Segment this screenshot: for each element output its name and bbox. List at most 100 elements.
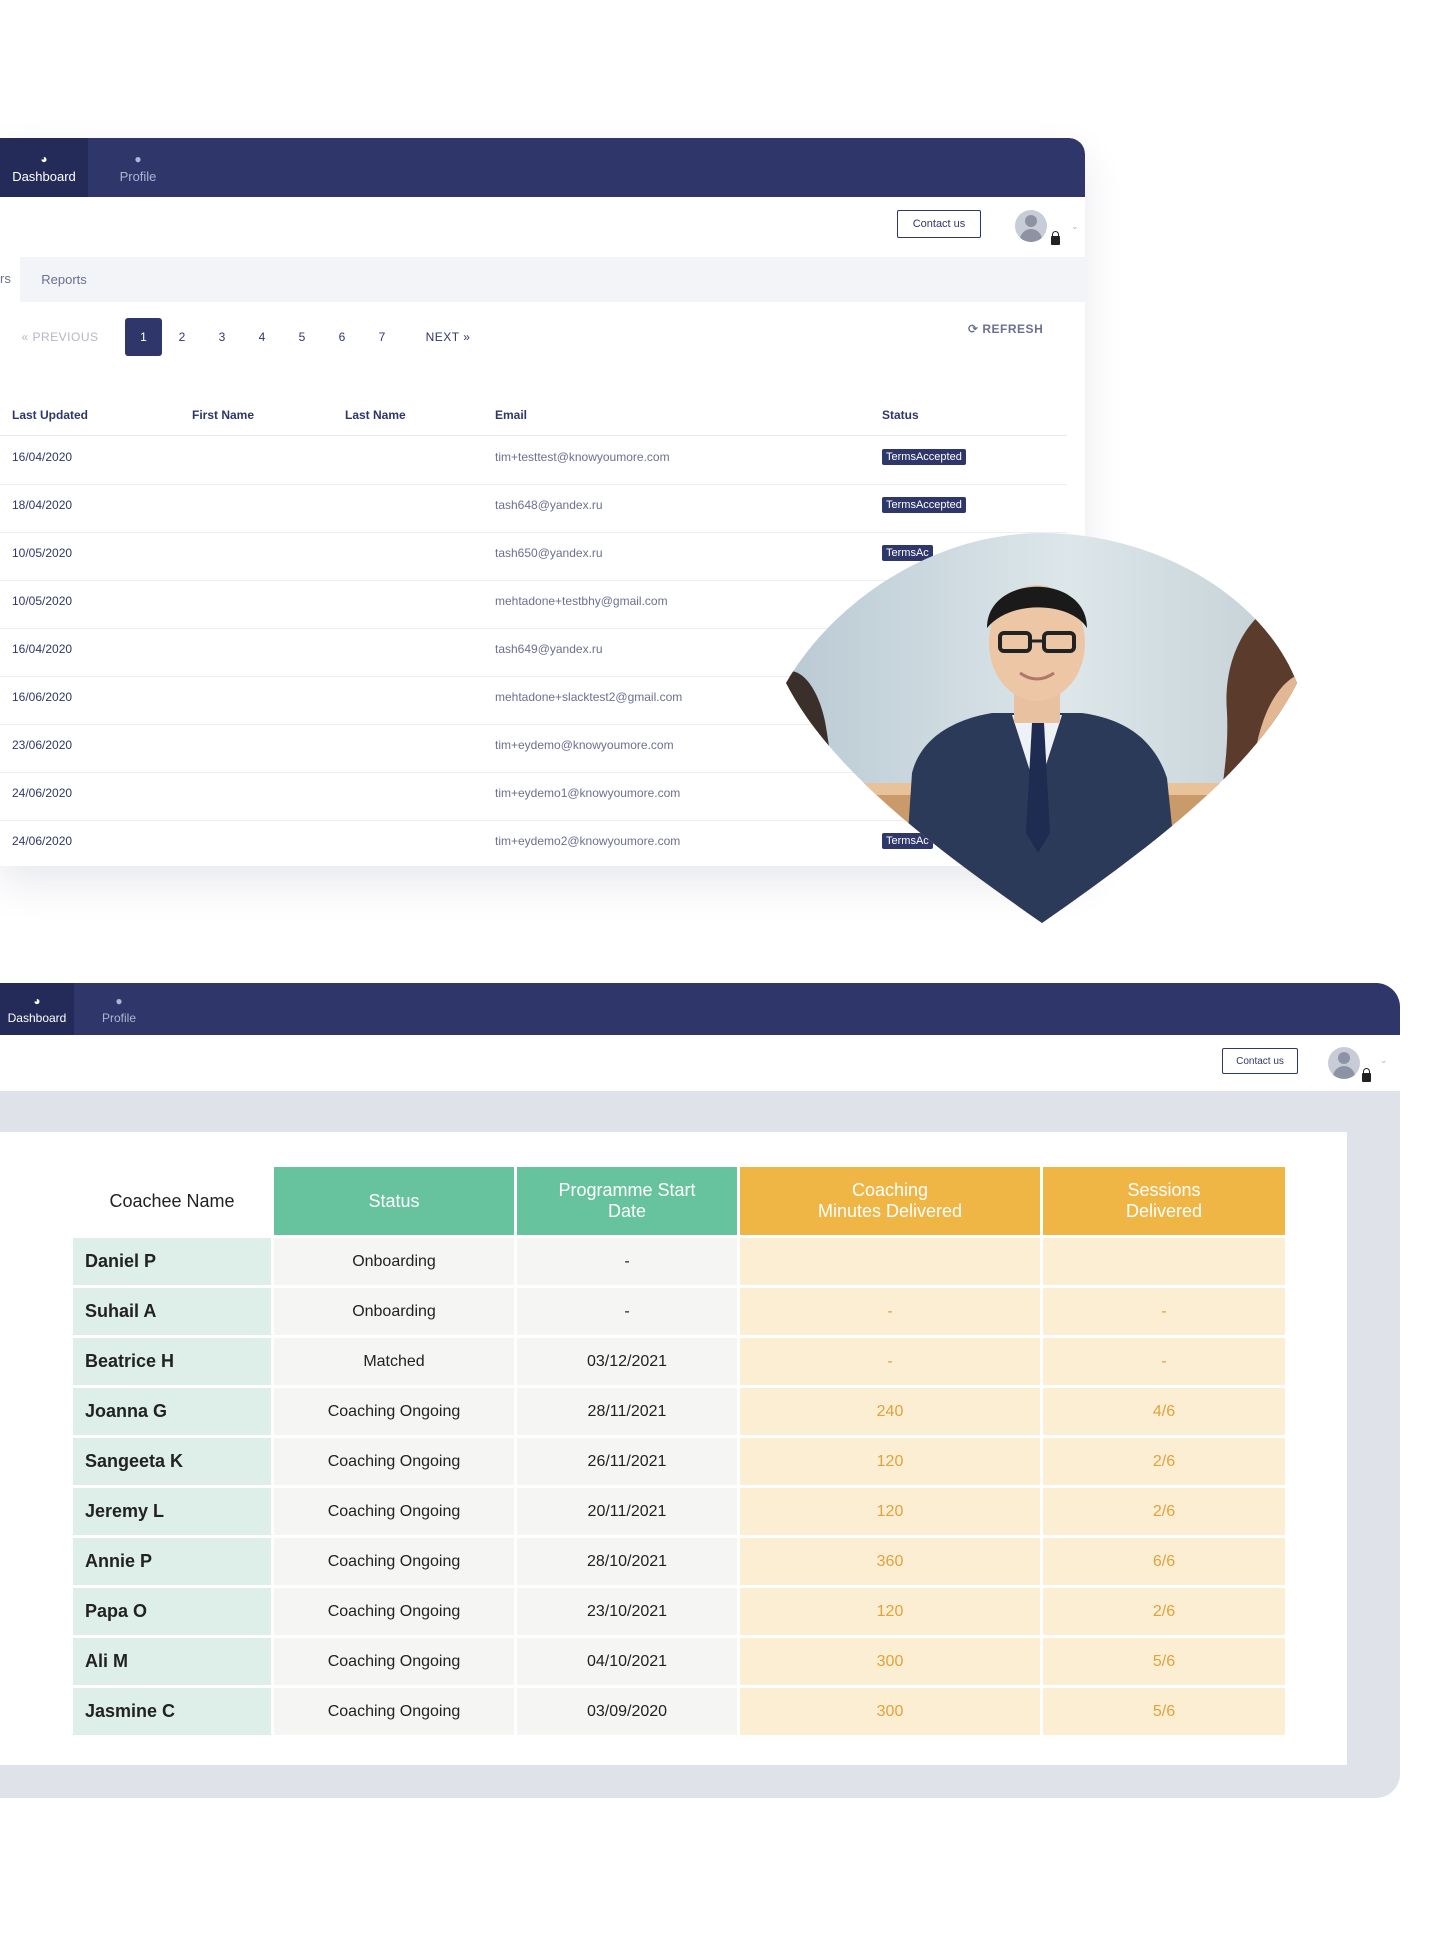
nav-profile[interactable]: ● Profile — [78, 983, 160, 1035]
column-header-label: Coaching — [851, 1180, 929, 1200]
column-header-label: Coachee Name — [109, 1190, 235, 1211]
sessions-cell: 5/6 — [1043, 1688, 1285, 1735]
table-row[interactable]: Ali M Coaching Ongoing 04/10/2021 300 5/… — [73, 1638, 1285, 1685]
page-6-button[interactable]: 6 — [330, 318, 354, 356]
sessions-cell: 2/6 — [1043, 1588, 1285, 1635]
page-3-button[interactable]: 3 — [210, 318, 234, 356]
table-row[interactable]: Beatrice H Matched 03/12/2021 - - — [73, 1338, 1285, 1385]
nav-dashboard[interactable]: ◕ Dashboard — [0, 138, 88, 197]
page-7-button[interactable]: 7 — [370, 318, 394, 356]
minutes-cell: 360 — [740, 1538, 1040, 1585]
user-icon: ● — [134, 151, 142, 166]
coachee-name-cell: Joanna G — [73, 1388, 271, 1435]
last-updated-cell: 23/06/2020 — [12, 738, 73, 752]
dashboard-icon: ◕ — [33, 993, 41, 1008]
table-row[interactable]: Papa O Coaching Ongoing 23/10/2021 120 2… — [73, 1588, 1285, 1635]
table-row[interactable]: Jeremy L Coaching Ongoing 20/11/2021 120… — [73, 1488, 1285, 1535]
header-bar: Contact us ⌄ — [0, 1035, 1400, 1091]
column-header-label: Programme Start — [558, 1180, 696, 1200]
coachee-report-panel: ◕ Dashboard ● Profile Contact us ⌄ Coach… — [0, 983, 1400, 1798]
email-cell: tash648@yandex.ru — [495, 498, 603, 512]
nav-profile[interactable]: ● Profile — [98, 138, 178, 197]
status-cell: Onboarding — [274, 1288, 514, 1335]
start-date-cell: 26/11/2021 — [517, 1438, 737, 1485]
nav-dashboard[interactable]: ◕ Dashboard — [0, 983, 74, 1035]
page-1-button[interactable]: 1 — [125, 318, 162, 356]
status-cell: Onboarding — [274, 1238, 514, 1285]
coachee-name-cell: Sangeeta K — [73, 1438, 271, 1485]
pagination: « PREVIOUS 1 2 3 4 5 6 7 NEXT » — [0, 318, 1085, 358]
avatar[interactable] — [1328, 1047, 1360, 1079]
sessions-cell: - — [1043, 1338, 1285, 1385]
minutes-cell: 120 — [740, 1488, 1040, 1535]
table-row[interactable]: Sangeeta K Coaching Ongoing 26/11/2021 1… — [73, 1438, 1285, 1485]
last-updated-cell: 18/04/2020 — [12, 498, 73, 512]
column-header-label: Status — [368, 1190, 420, 1211]
status-cell: Coaching Ongoing — [274, 1588, 514, 1635]
minutes-cell: 120 — [740, 1438, 1040, 1485]
start-date-cell: 20/11/2021 — [517, 1488, 737, 1535]
dashboard-icon: ◕ — [40, 151, 48, 166]
status-badge: TermsAccepted — [882, 497, 966, 513]
lock-icon — [1051, 231, 1060, 245]
status-cell: Matched — [274, 1338, 514, 1385]
table-row[interactable]: Daniel P Onboarding - — [73, 1238, 1285, 1285]
sessions-cell: 2/6 — [1043, 1488, 1285, 1535]
table-row[interactable]: 16/04/2020 tim+testtest@knowyoumore.com … — [0, 436, 1067, 485]
start-date-cell: 23/10/2021 — [517, 1588, 737, 1635]
page-5-button[interactable]: 5 — [290, 318, 314, 356]
column-header-status[interactable]: Status — [274, 1167, 514, 1235]
coachee-name-cell: Ali M — [73, 1638, 271, 1685]
coachee-table: Coachee Name Status Programme Start Date… — [70, 1164, 1288, 1738]
chevron-down-icon[interactable]: ⌄ — [1071, 221, 1079, 232]
refresh-button[interactable]: ⟳ REFRESH — [968, 322, 1043, 336]
column-header-label: Delivered — [1125, 1201, 1203, 1221]
last-updated-cell: 24/06/2020 — [12, 834, 73, 848]
column-header-sessions-delivered[interactable]: Sessions Delivered — [1043, 1167, 1285, 1235]
contact-us-button[interactable]: Contact us — [1222, 1048, 1298, 1074]
coachee-name-cell: Suhail A — [73, 1288, 271, 1335]
email-cell: tim+testtest@knowyoumore.com — [495, 450, 670, 464]
nav-dashboard-label: Dashboard — [12, 168, 76, 184]
page-4-button[interactable]: 4 — [250, 318, 274, 356]
page-2-button[interactable]: 2 — [170, 318, 194, 356]
coachee-name-cell: Daniel P — [73, 1238, 271, 1285]
last-updated-cell: 10/05/2020 — [12, 594, 73, 608]
table-row[interactable]: Joanna G Coaching Ongoing 28/11/2021 240… — [73, 1388, 1285, 1435]
status-cell: Coaching Ongoing — [274, 1638, 514, 1685]
email-cell: tim+eydemo2@knowyoumore.com — [495, 834, 681, 848]
minutes-cell — [740, 1238, 1040, 1285]
status-cell: Coaching Ongoing — [274, 1388, 514, 1435]
column-header-label: Sessions — [1127, 1180, 1201, 1200]
email-cell: mehtadone+testbhy@gmail.com — [495, 594, 668, 608]
column-header-programme-start[interactable]: Programme Start Date — [517, 1167, 737, 1235]
nav-dashboard-label: Dashboard — [7, 1010, 67, 1025]
table-row[interactable]: 18/04/2020 tash648@yandex.ru TermsAccept… — [0, 484, 1067, 533]
contact-us-button[interactable]: Contact us — [897, 210, 981, 238]
chevron-down-icon[interactable]: ⌄ — [1380, 1055, 1388, 1066]
column-header-email[interactable]: Email — [495, 408, 527, 422]
table-row[interactable]: Suhail A Onboarding - - - — [73, 1288, 1285, 1335]
column-header-last-updated[interactable]: Last Updated — [12, 408, 88, 422]
next-page-button[interactable]: NEXT » — [416, 318, 480, 356]
tab-reports[interactable]: Reports — [24, 257, 104, 302]
minutes-cell: 300 — [740, 1638, 1040, 1685]
avatar[interactable] — [1015, 210, 1047, 242]
minutes-cell: 240 — [740, 1388, 1040, 1435]
coachee-name-cell: Papa O — [73, 1588, 271, 1635]
sessions-cell — [1043, 1238, 1285, 1285]
column-header-label: Date — [607, 1201, 647, 1221]
column-header-last-name[interactable]: Last Name — [345, 408, 406, 422]
status-cell: Coaching Ongoing — [274, 1438, 514, 1485]
column-header-first-name[interactable]: First Name — [192, 408, 254, 422]
column-header-minutes-delivered[interactable]: Coaching Minutes Delivered — [740, 1167, 1040, 1235]
tab-users[interactable]: rs — [0, 257, 20, 302]
start-date-cell: 04/10/2021 — [517, 1638, 737, 1685]
column-header-coachee-name[interactable]: Coachee Name — [73, 1167, 271, 1235]
table-row[interactable]: Annie P Coaching Ongoing 28/10/2021 360 … — [73, 1538, 1285, 1585]
column-header-status[interactable]: Status — [882, 408, 919, 422]
table-row[interactable]: Jasmine C Coaching Ongoing 03/09/2020 30… — [73, 1688, 1285, 1735]
previous-page-button[interactable]: « PREVIOUS — [14, 318, 106, 356]
last-updated-cell: 16/04/2020 — [12, 450, 73, 464]
start-date-cell: - — [517, 1238, 737, 1285]
